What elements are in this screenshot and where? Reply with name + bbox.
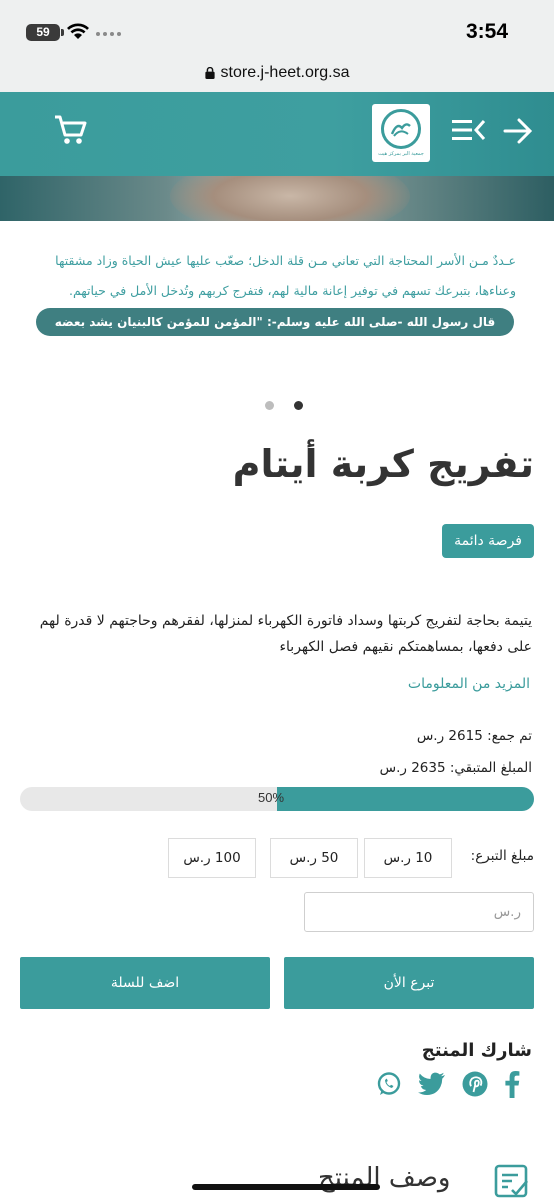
carousel-dots xyxy=(265,401,303,410)
banner-text-line: وعناءها، بتبرعك تسهم في توفير إعانة مالي… xyxy=(69,283,516,298)
custom-amount-input[interactable] xyxy=(304,892,534,932)
more-info-link[interactable]: المزيد من المعلومات xyxy=(408,676,530,692)
hero-hands-graphic xyxy=(170,176,410,221)
remaining-amount: المبلغ المتبقي: 2635 ر.س xyxy=(379,760,532,776)
cellular-signal-icon xyxy=(96,32,121,36)
menu-icon[interactable] xyxy=(452,118,486,142)
description-list-icon xyxy=(494,1164,528,1198)
status-bar: 59 3:54 xyxy=(0,0,554,58)
battery-indicator: 59 xyxy=(26,24,64,41)
hero-image xyxy=(0,176,554,221)
logo-caption: جمعية البر بمركز هيت xyxy=(378,151,424,157)
share-icons xyxy=(376,1070,520,1098)
url-text: store.j-heet.org.sa xyxy=(220,64,350,81)
add-to-cart-button[interactable]: اضف للسلة xyxy=(20,957,270,1009)
hadith-quote: قال رسول الله -صلى الله عليه وسلم-: "الم… xyxy=(36,308,514,357)
browser-chrome: 59 3:54 store.j-heet.org.sa xyxy=(0,0,554,92)
donate-now-button[interactable]: تبرع الأن xyxy=(284,957,534,1009)
url-bar[interactable]: store.j-heet.org.sa xyxy=(0,58,554,88)
whatsapp-icon[interactable] xyxy=(376,1071,402,1097)
site-logo[interactable]: جمعية البر بمركز هيت xyxy=(372,104,430,162)
lock-icon xyxy=(204,67,215,79)
status-badge: فرصة دائمة xyxy=(442,524,534,558)
logo-emblem xyxy=(381,109,421,149)
progress-label: 50% xyxy=(258,790,285,805)
amount-option-10[interactable]: 10 ر.س xyxy=(364,838,452,878)
share-title: شارك المنتج xyxy=(421,1040,532,1061)
wifi-icon xyxy=(67,23,89,39)
carousel-dot[interactable] xyxy=(265,401,274,410)
progress-fill xyxy=(277,787,534,811)
amount-option-50[interactable]: 50 ر.س xyxy=(270,838,358,878)
donation-amount-label: مبلغ التبرع: xyxy=(470,848,534,864)
logo-hands-icon xyxy=(390,123,411,137)
status-time: 3:54 xyxy=(465,20,508,43)
facebook-icon[interactable] xyxy=(504,1070,520,1098)
carousel-dot-active[interactable] xyxy=(294,401,303,410)
amount-option-100[interactable]: 100 ر.س xyxy=(168,838,256,878)
site-header: جمعية البر بمركز هيت xyxy=(0,92,554,176)
forward-arrow-icon[interactable] xyxy=(503,117,533,145)
cart-icon[interactable] xyxy=(54,114,88,146)
product-description: يتيمة بحاجة لتفريج كربتها وسداد فاتورة ا… xyxy=(39,613,532,655)
pinterest-icon[interactable] xyxy=(462,1071,488,1097)
banner-text: عـددٌ مـن الأسر المحتاجة التي تعاني مـن … xyxy=(36,246,516,306)
twitter-icon[interactable] xyxy=(418,1072,446,1096)
home-indicator[interactable] xyxy=(192,1184,380,1190)
product-title: تفريج كربة أيتام xyxy=(232,442,534,486)
banner-text-line: عـددٌ مـن الأسر المحتاجة التي تعاني مـن … xyxy=(55,253,516,268)
collected-amount: تم جمع: 2615 ر.س xyxy=(416,728,532,744)
